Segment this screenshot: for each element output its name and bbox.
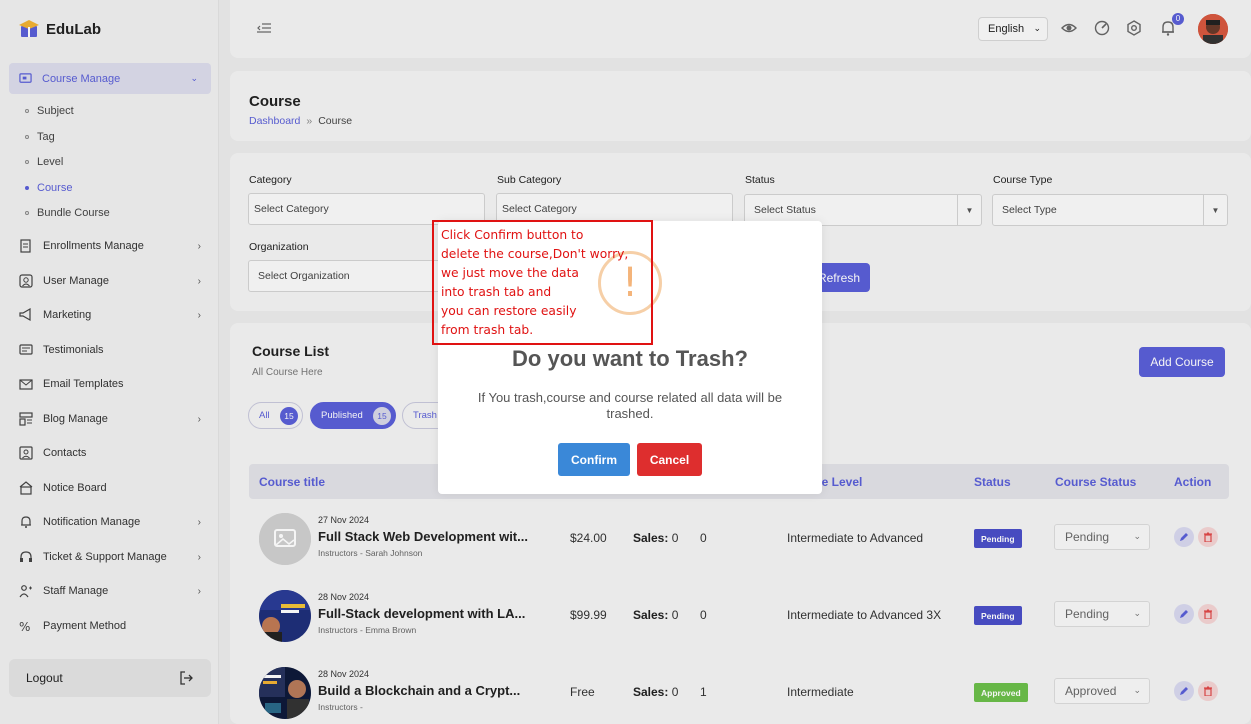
annotation-line: we just move the data <box>441 266 579 280</box>
annotation-line: into trash tab and <box>441 285 552 299</box>
annotation-line: delete the course,Don't worry, <box>441 247 629 261</box>
annotation-line: Click Confirm button to <box>441 228 584 242</box>
cancel-button[interactable]: Cancel <box>637 443 702 476</box>
annotation-line: from trash tab. <box>441 323 534 337</box>
dialog-message: If You trash,course and course related a… <box>477 390 783 421</box>
dialog-title: Do you want to Trash? <box>512 346 748 371</box>
annotation-line: you can restore easily <box>441 304 577 318</box>
confirm-button[interactable]: Confirm <box>558 443 630 476</box>
annotation-callout: Click Confirm button to delete the cours… <box>432 220 653 345</box>
